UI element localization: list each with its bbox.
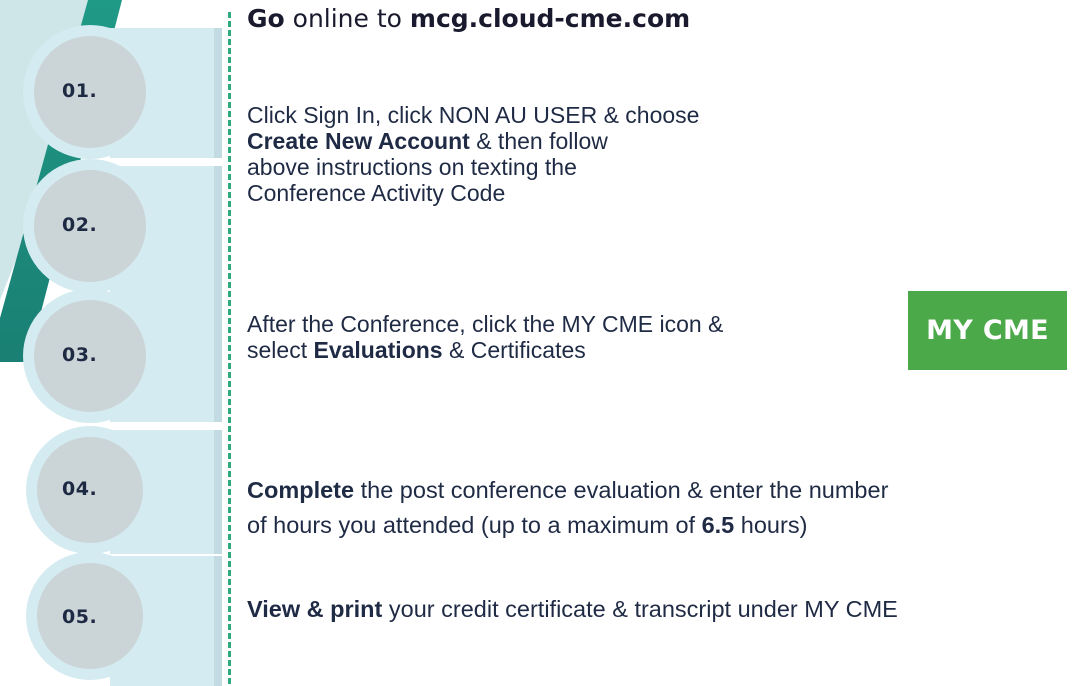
step-02-text: Click Sign In, click NON AU USER & choos… bbox=[247, 102, 699, 206]
step-03-select: select bbox=[247, 336, 314, 363]
step-01-go: Go bbox=[247, 4, 285, 33]
step-04-line-2: of hours you attended (up to a maximum o… bbox=[247, 512, 702, 539]
step-05-rest: your credit certificate & transcript und… bbox=[382, 596, 898, 622]
max-hours-value: 6.5 bbox=[701, 512, 735, 539]
view-print-text: View & print bbox=[247, 596, 383, 622]
step-04-line-1-rest: the post conference evaluation & enter t… bbox=[354, 477, 889, 503]
complete-text: Complete bbox=[247, 477, 355, 503]
evaluations-text: Evaluations bbox=[313, 336, 443, 363]
step-badge-05 bbox=[26, 552, 222, 686]
step-01-text: Go online to mcg.cloud-cme.com bbox=[247, 4, 690, 33]
step-02-line-2-rest: & then follow bbox=[469, 127, 608, 154]
my-cme-button[interactable]: MY CME bbox=[908, 291, 1067, 370]
create-account-text: Create New Account bbox=[247, 127, 470, 154]
step-number-01: 01. bbox=[62, 80, 98, 102]
step-05-text: View & print your credit certificate & t… bbox=[247, 596, 898, 623]
step-04-text: Complete the post conference evaluation … bbox=[247, 473, 888, 544]
step-02-line-3: above instructions on texting the bbox=[247, 153, 577, 180]
step-02-line-4: Conference Activity Code bbox=[247, 179, 506, 206]
step-badge-03 bbox=[23, 289, 222, 423]
step-badge-04 bbox=[26, 426, 222, 554]
step-03-text: After the Conference, click the MY CME i… bbox=[247, 311, 723, 363]
dashed-divider bbox=[228, 12, 231, 684]
step-02-line-1: Click Sign In, click NON AU USER & choos… bbox=[247, 102, 700, 128]
step-03-line-1: After the Conference, click the MY CME i… bbox=[247, 311, 724, 337]
step-badge-02 bbox=[23, 159, 222, 296]
step-number-04: 04. bbox=[62, 478, 98, 500]
decorative-background bbox=[0, 0, 222, 686]
step-number-02: 02. bbox=[62, 214, 98, 236]
step-number-05: 05. bbox=[62, 606, 98, 628]
step-04-hours: hours) bbox=[734, 512, 808, 539]
step-badge-01 bbox=[23, 25, 222, 159]
step-number-03: 03. bbox=[62, 344, 98, 366]
step-01-mid: online to bbox=[284, 4, 410, 33]
instruction-panel: 01. 02. 03. 04. 05. Go online to mcg.clo… bbox=[0, 0, 1086, 686]
website-link[interactable]: mcg.cloud-cme.com bbox=[410, 4, 690, 33]
step-03-certificates: & Certificates bbox=[442, 336, 586, 363]
